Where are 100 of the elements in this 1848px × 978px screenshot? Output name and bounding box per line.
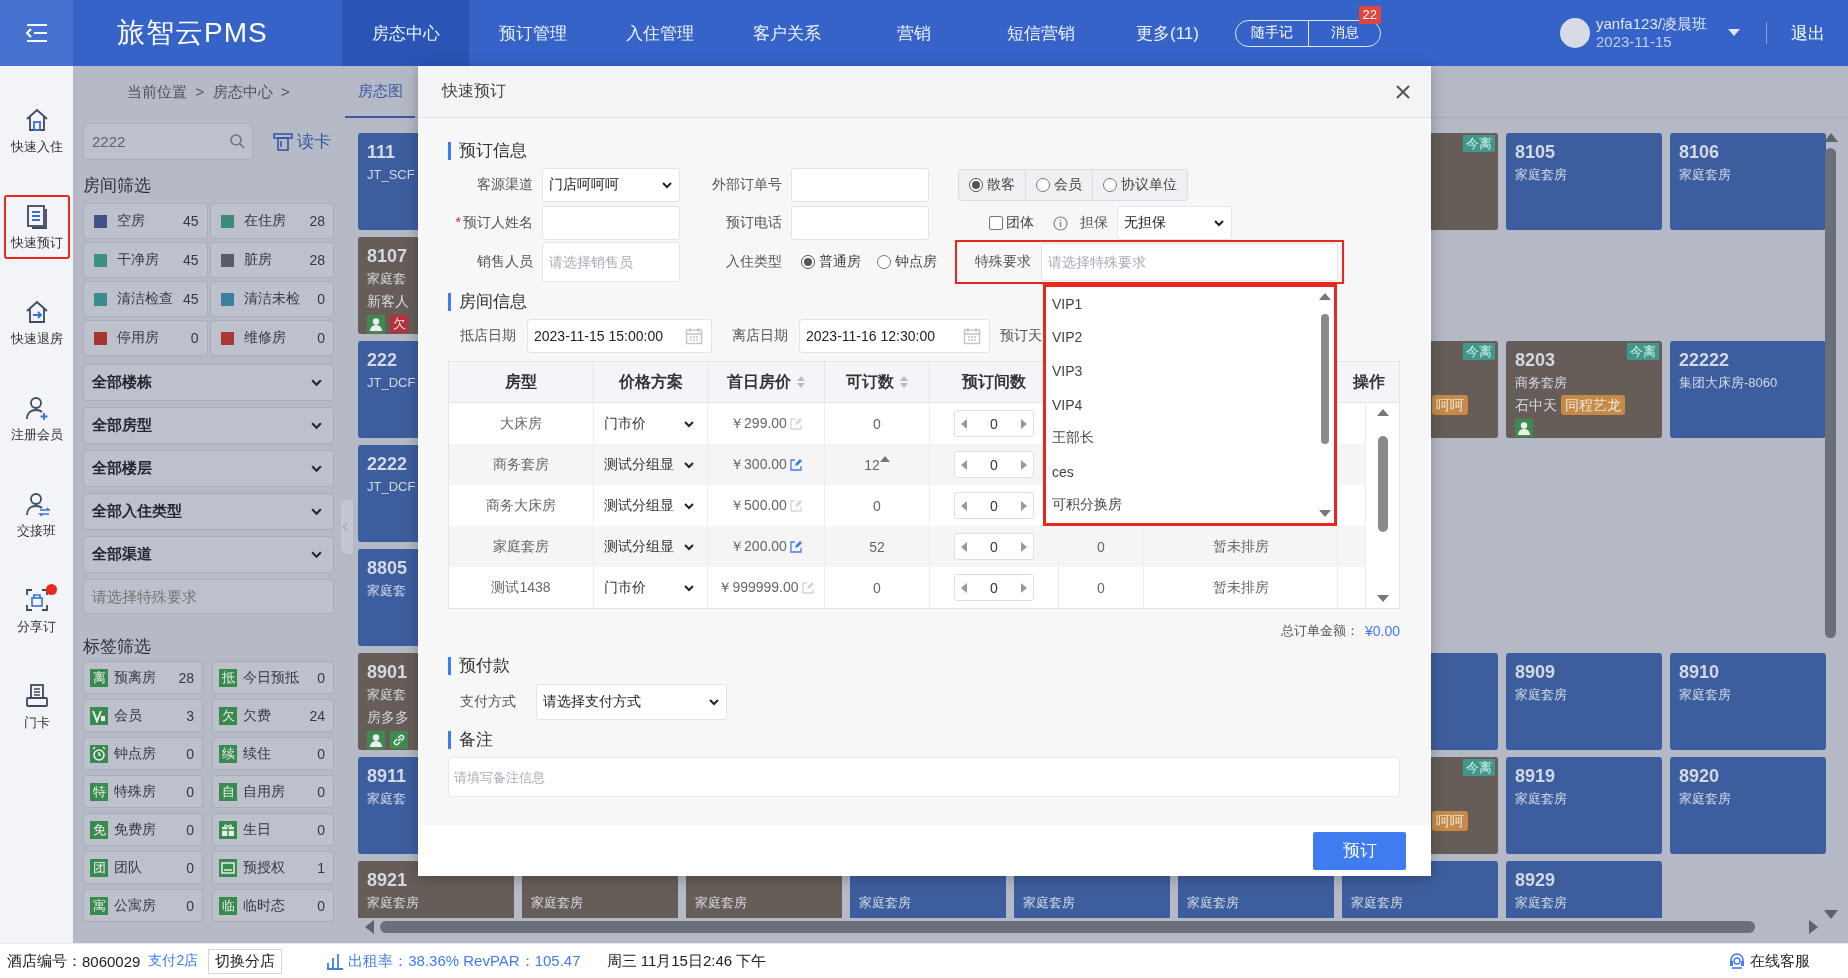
quantity-stepper[interactable]: 0 [954, 574, 1034, 601]
quantity-stepper[interactable]: 0 [954, 410, 1034, 437]
radio-button[interactable] [877, 255, 891, 269]
dropdown-option[interactable]: ces [1046, 454, 1316, 489]
status-filter[interactable]: 停用房 0 [83, 320, 208, 356]
filter-select[interactable]: 全部入住类型 [83, 493, 334, 530]
rate-plan-select[interactable]: 测试分组显 [594, 526, 707, 567]
special-request-field[interactable]: 请选择特殊要求 [83, 579, 334, 614]
payment-select[interactable]: 请选择支付方式 [536, 684, 727, 720]
checkbox[interactable] [989, 216, 1003, 230]
read-card-button[interactable]: 读卡 [273, 130, 331, 153]
dropdown-option[interactable]: 可积分换房 [1046, 488, 1316, 523]
column-header[interactable]: 可订数 [825, 362, 930, 402]
segmented-control[interactable]: 散客 会员 协议单位 [958, 169, 1188, 201]
tag-filter[interactable]: 免 免费房 0 [83, 813, 203, 846]
calendar-icon[interactable] [685, 327, 703, 345]
room-card[interactable]: 8910 家庭套房 [1670, 653, 1826, 750]
rail-item[interactable]: 注册会员 [3, 387, 70, 451]
tag-filter[interactable]: 离 预离房 28 [83, 661, 203, 694]
nav-tab[interactable]: 房态中心 [342, 0, 469, 66]
filter-select[interactable]: 全部房型 [83, 407, 334, 444]
rate-plan-select[interactable]: 测试分组显 [594, 485, 707, 526]
rate-plan-select[interactable]: 测试分组显 [594, 444, 707, 485]
rail-item[interactable]: 快速入住 [3, 99, 70, 163]
support-link[interactable]: 在线客服 [1728, 951, 1810, 971]
quantity-stepper[interactable]: 0 [954, 451, 1034, 478]
column-header[interactable]: 房型 [449, 362, 594, 402]
tag-filter[interactable]: 团 团队 0 [83, 851, 203, 884]
room-card[interactable]: 8105 家庭套房 [1506, 133, 1662, 230]
menu-button[interactable] [0, 0, 73, 66]
status-filter[interactable]: 干净房 45 [83, 242, 208, 278]
rail-item[interactable]: 分享订 [3, 579, 70, 643]
filter-select[interactable]: 全部渠道 [83, 536, 334, 573]
tag-filter[interactable]: 寓 公寓房 0 [83, 889, 203, 922]
caret-icon[interactable] [1728, 29, 1740, 37]
rail-item[interactable]: 快速预订 [3, 195, 70, 259]
status-filter[interactable]: 空房 45 [83, 203, 208, 239]
filter-select[interactable]: 全部楼栋 [83, 364, 334, 401]
radio-label[interactable]: 会员 [1054, 176, 1082, 194]
tag-filter[interactable]: 钟点房 0 [83, 737, 203, 770]
tag-filter[interactable]: 会员 3 [83, 699, 203, 732]
collapse-handle[interactable] [341, 500, 353, 554]
book-button[interactable]: 预订 [1313, 831, 1406, 870]
column-header[interactable]: 首日房价 [708, 362, 825, 402]
nav-tab[interactable]: 预订管理 [469, 0, 596, 66]
status-filter[interactable]: 在住房 28 [209, 203, 334, 239]
checkbox-label[interactable]: 团体 [1006, 214, 1034, 232]
rail-item[interactable]: 快速退房 [3, 291, 70, 355]
status-filter[interactable]: 维修房 0 [209, 320, 334, 356]
tag-filter[interactable]: 预授权 1 [212, 851, 334, 884]
order-number-field[interactable] [791, 168, 929, 202]
calendar-icon[interactable] [963, 327, 981, 345]
radio-label[interactable]: 钟点房 [895, 253, 937, 271]
rate-plan-select[interactable]: 门市价 [594, 403, 707, 444]
tag-filter[interactable]: 续 续住 0 [212, 737, 334, 770]
quantity-stepper[interactable]: 0 [954, 492, 1034, 519]
quick-button[interactable]: 随手记 [1236, 20, 1308, 46]
tag-filter[interactable]: 欠 欠费 24 [212, 699, 334, 732]
search-field[interactable]: 2222 [83, 123, 253, 160]
tag-filter[interactable]: 抵 今日预抵 0 [212, 661, 334, 694]
room-card[interactable]: 8203 今离 商务套房 石中天 同程艺龙 [1506, 341, 1662, 438]
edit-icon[interactable] [789, 540, 802, 553]
radio-button[interactable] [1103, 178, 1117, 192]
radio-label[interactable]: 协议单位 [1121, 176, 1177, 194]
column-header[interactable]: 操作 [1338, 362, 1399, 402]
logout-link[interactable]: 退出 [1791, 21, 1825, 45]
room-card[interactable]: 22222 集团大床房-8060 [1670, 341, 1826, 438]
status-filter[interactable]: 清洁未检 0 [209, 281, 334, 317]
nav-tab[interactable]: 入住管理 [596, 0, 723, 66]
status-filter[interactable]: 脏房 28 [209, 242, 334, 278]
date-field[interactable]: 2023-11-16 12:30:00 [799, 319, 990, 353]
room-card[interactable]: 8929 家庭套房 [1506, 861, 1662, 918]
radio-label[interactable]: 散客 [987, 176, 1015, 194]
view-tab[interactable]: 房态图 [345, 66, 415, 118]
tag-filter[interactable]: 临 临时态 0 [212, 889, 334, 922]
column-header[interactable]: 价格方案 [594, 362, 708, 402]
search-icon[interactable] [229, 133, 245, 149]
radio-label[interactable]: 普通房 [819, 253, 861, 271]
nav-tab[interactable]: 更多(11) [1104, 0, 1231, 66]
sort-icon[interactable] [795, 375, 806, 389]
tag-filter[interactable]: 自 自用房 0 [212, 775, 334, 808]
close-icon[interactable] [1395, 83, 1411, 100]
radio-button[interactable] [801, 255, 815, 269]
switch-store-button[interactable]: 切换分店 [208, 948, 283, 974]
tag-filter[interactable]: 特 特殊房 0 [83, 775, 203, 808]
nav-tab[interactable]: 营销 [850, 0, 977, 66]
sort-icon[interactable] [898, 375, 909, 389]
dropdown-option[interactable]: VIP1 [1046, 287, 1316, 321]
room-card[interactable]: 8106 家庭套房 [1670, 133, 1826, 230]
avatar[interactable] [1560, 18, 1590, 48]
status-filter[interactable]: 清洁检查 45 [83, 281, 208, 317]
guarantee-select[interactable]: 无担保 [1117, 206, 1232, 240]
horizontal-scrollbar[interactable] [365, 918, 1818, 936]
radio-button[interactable] [1036, 178, 1050, 192]
room-card[interactable]: 8919 家庭套房 [1506, 757, 1662, 854]
nav-tab[interactable]: 客户关系 [723, 0, 850, 66]
dropdown-option[interactable]: VIP2 [1046, 320, 1316, 355]
name-field[interactable] [542, 206, 680, 240]
rate-plan-select[interactable]: 门市价 [594, 567, 707, 608]
edit-icon[interactable] [789, 458, 802, 471]
